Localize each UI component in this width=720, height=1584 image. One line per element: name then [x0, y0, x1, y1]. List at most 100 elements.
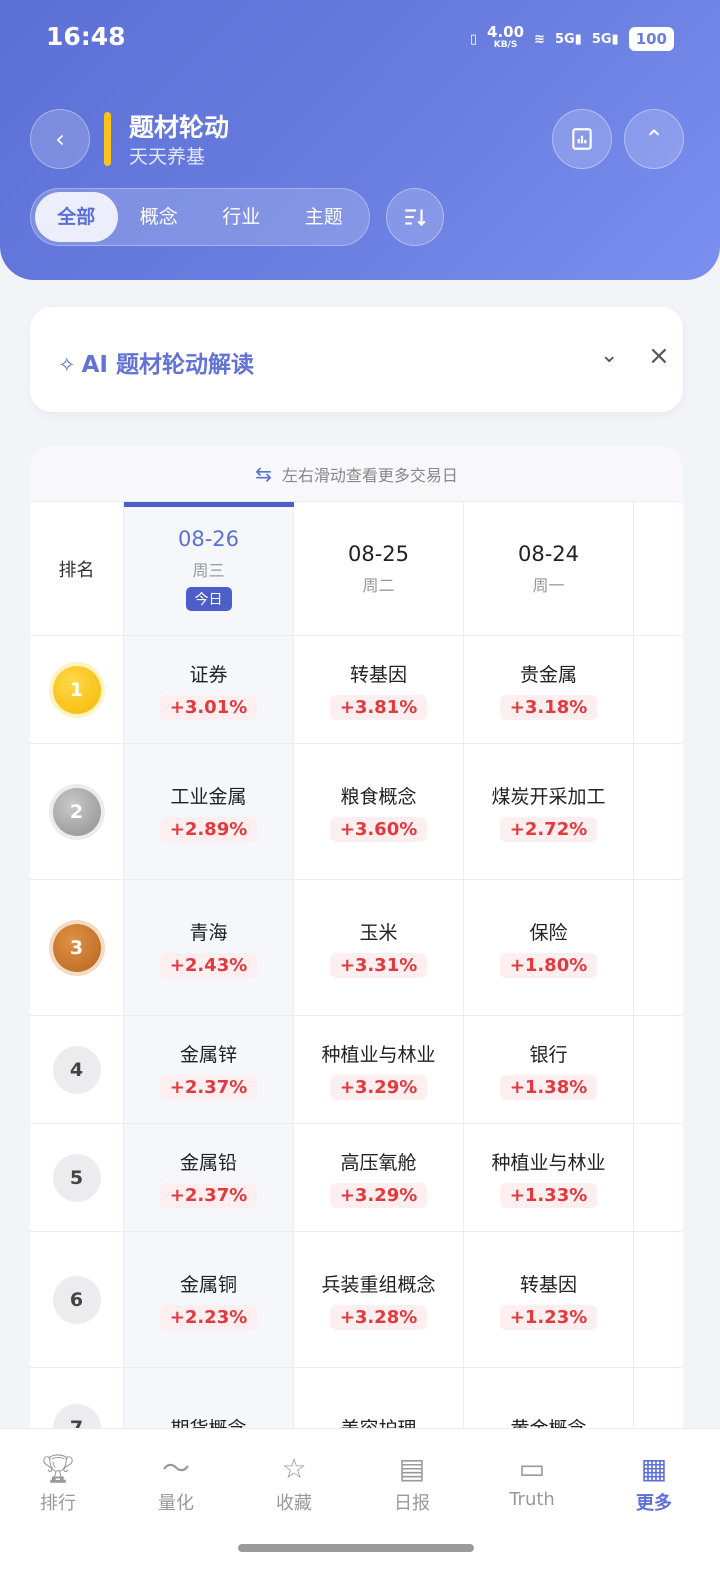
vibrate-icon: ▯	[469, 31, 478, 47]
swipe-hint-text: 左右滑动查看更多交易日	[281, 465, 458, 485]
nav-item-daily[interactable]: ▤ 日报	[352, 1451, 472, 1515]
rank-medal: 2	[52, 787, 101, 836]
nav-item-ranking[interactable]: 🏆︎ 排行	[0, 1451, 118, 1515]
theme-name: 保险	[529, 921, 568, 944]
expand-chevron-icon[interactable]: ⌄	[600, 343, 618, 368]
grid-icon: ▦	[640, 1452, 668, 1485]
table-row: 6 金属铜 +2.23% 兵装重组概念 +3.28% 转基因 +1.23%	[30, 1232, 683, 1368]
sort-icon	[405, 209, 426, 227]
theme-cell[interactable]: 种植业与林业 +1.33%	[464, 1124, 634, 1231]
today-indicator-bar	[124, 502, 294, 507]
rank-cell: 5	[30, 1124, 124, 1231]
theme-cell[interactable]: 金属铜 +2.23%	[124, 1232, 294, 1367]
ai-interpretation-card[interactable]: ✧ AI 题材轮动解读 ⌄ ×	[30, 307, 683, 412]
table-row: 1 证券 +3.01% 转基因 +3.81% 贵金属 +3.18%	[30, 636, 683, 744]
table-row: 2 工业金属 +2.89% 粮食概念 +3.60% 煤炭开采加工 +2.72%	[30, 744, 683, 880]
tab-concept[interactable]: 概念	[118, 192, 201, 242]
theme-change-pct: +3.60%	[329, 816, 428, 842]
speed-unit: KB/S	[493, 40, 518, 50]
theme-cell[interactable]: 金属锌 +2.37%	[124, 1016, 294, 1123]
home-indicator[interactable]	[238, 1544, 474, 1552]
nav-item-truth[interactable]: ▭ Truth	[472, 1451, 592, 1510]
theme-cell-partial	[634, 1016, 683, 1123]
theme-name: 转基因	[349, 663, 407, 686]
tab-all[interactable]: 全部	[35, 192, 118, 242]
chevron-up-icon: ⌃	[643, 125, 665, 153]
theme-change-pct: +3.28%	[329, 1304, 428, 1330]
scroll-top-button[interactable]: ⌃	[624, 109, 684, 169]
theme-name: 金属铜	[179, 1273, 237, 1296]
nav-item-favorites[interactable]: ☆ 收藏	[234, 1451, 354, 1515]
rotation-table-card: ⇆ 左右滑动查看更多交易日 排名 08-26 周三 今日 08-25 周二 08-24 周一 1…	[30, 446, 683, 1446]
theme-cell[interactable]: 转基因 +3.81%	[294, 636, 464, 743]
report-button[interactable]	[552, 109, 612, 169]
tab-industry[interactable]: 行业	[200, 192, 283, 242]
rank-header-cell: 排名	[30, 502, 124, 635]
theme-change-pct: +3.01%	[159, 694, 258, 720]
theme-name: 种植业与林业	[321, 1043, 436, 1066]
nav-label: 量化	[158, 1493, 194, 1514]
nav-label: Truth	[509, 1489, 555, 1510]
theme-name: 兵装重组概念	[321, 1273, 436, 1296]
theme-cell[interactable]: 贵金属 +3.18%	[464, 636, 634, 743]
theme-cell[interactable]: 证券 +3.01%	[124, 636, 294, 743]
rank-cell: 2	[30, 744, 124, 879]
pulse-icon: 〜	[161, 1452, 190, 1485]
date-header-cell[interactable]: 08-24 周一	[464, 502, 634, 635]
network-speed: 4.00 KB/S	[487, 23, 525, 52]
theme-change-pct: +2.89%	[159, 816, 258, 842]
theme-cell[interactable]: 粮食概念 +3.60%	[294, 744, 464, 879]
theme-change-pct: +1.23%	[499, 1304, 598, 1330]
theme-cell[interactable]: 青海 +2.43%	[124, 880, 294, 1015]
nav-label: 收藏	[276, 1493, 312, 1514]
trophy-icon: 🏆︎	[40, 1452, 76, 1485]
chevron-left-icon: ‹	[55, 125, 65, 153]
swap-arrows-icon: ⇆	[255, 461, 272, 486]
theme-cell[interactable]: 金属铅 +2.37%	[124, 1124, 294, 1231]
theme-name: 贵金属	[519, 663, 577, 686]
close-icon[interactable]: ×	[648, 341, 670, 371]
theme-cell[interactable]: 玉米 +3.31%	[294, 880, 464, 1015]
speed-value: 4.00	[487, 23, 525, 41]
theme-name: 转基因	[519, 1273, 577, 1296]
rank-medal: 4	[52, 1045, 101, 1094]
theme-cell[interactable]: 银行 +1.38%	[464, 1016, 634, 1123]
theme-cell[interactable]: 保险 +1.80%	[464, 880, 634, 1015]
theme-cell[interactable]: 兵装重组概念 +3.28%	[294, 1232, 464, 1367]
weekday-label: 周三	[192, 560, 225, 580]
theme-change-pct: +2.72%	[499, 816, 598, 842]
date-header-cell[interactable]: 08-26 周三 今日	[124, 502, 294, 635]
rank-cell: 3	[30, 880, 124, 1015]
theme-change-pct: +1.33%	[499, 1182, 598, 1208]
rank-medal: 5	[52, 1153, 101, 1202]
battery-icon: 100	[628, 27, 674, 51]
date-header-cell[interactable]: 08-25 周二	[294, 502, 464, 635]
theme-name: 种植业与林业	[491, 1151, 606, 1174]
nav-item-more[interactable]: ▦ 更多	[594, 1451, 714, 1515]
rank-cell: 6	[30, 1232, 124, 1367]
theme-name: 玉米	[359, 921, 398, 944]
theme-name: 证券	[189, 663, 228, 686]
signal-icon-2: 5G▮	[591, 31, 619, 47]
theme-name: 金属锌	[179, 1043, 237, 1066]
table-row: 3 青海 +2.43% 玉米 +3.31% 保险 +1.80%	[30, 880, 683, 1016]
today-badge: 今日	[185, 586, 232, 611]
theme-cell[interactable]: 转基因 +1.23%	[464, 1232, 634, 1367]
wifi-icon: ≋	[534, 31, 545, 47]
back-button[interactable]: ‹	[30, 109, 90, 169]
sort-button[interactable]	[386, 188, 444, 246]
tab-theme[interactable]: 主题	[283, 192, 366, 242]
theme-cell[interactable]: 高压氧舱 +3.29%	[294, 1124, 464, 1231]
ai-label: ✧ AI 题材轮动解读	[58, 345, 254, 379]
table-row: 4 金属锌 +2.37% 种植业与林业 +3.29% 银行 +1.38%	[30, 1016, 683, 1124]
theme-cell[interactable]: 煤炭开采加工 +2.72%	[464, 744, 634, 879]
theme-cell[interactable]: 种植业与林业 +3.29%	[294, 1016, 464, 1123]
ai-label-text: AI 题材轮动解读	[81, 352, 254, 378]
theme-cell[interactable]: 工业金属 +2.89%	[124, 744, 294, 879]
theme-change-pct: +3.18%	[499, 694, 598, 720]
theme-change-pct: +1.38%	[499, 1074, 598, 1100]
theme-change-pct: +1.80%	[499, 952, 598, 978]
nav-item-quant[interactable]: 〜 量化	[116, 1451, 236, 1515]
rank-cell: 1	[30, 636, 124, 743]
page-subtitle: 天天养基	[129, 146, 206, 168]
